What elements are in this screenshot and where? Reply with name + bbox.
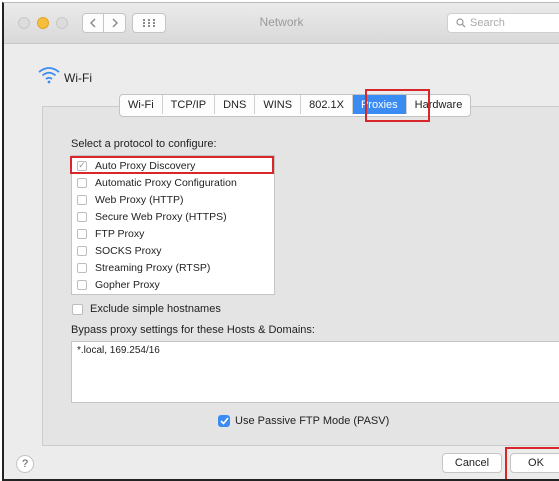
- passive-ftp-option[interactable]: Use Passive FTP Mode (PASV): [218, 415, 389, 427]
- help-button[interactable]: ?: [16, 455, 34, 473]
- tab-8021x[interactable]: 802.1X: [301, 95, 353, 114]
- tab-tcpip[interactable]: TCP/IP: [163, 95, 216, 114]
- protocol-label: FTP Proxy: [95, 227, 145, 240]
- cancel-button[interactable]: Cancel: [442, 453, 502, 473]
- ok-button-highlight: [505, 447, 559, 479]
- tab-wifi[interactable]: Wi-Fi: [120, 95, 163, 114]
- search-icon: [456, 18, 466, 28]
- protocol-row-gopher-proxy[interactable]: Gopher Proxy: [72, 276, 274, 293]
- bypass-hosts-field[interactable]: *.local, 169.254/16: [71, 341, 559, 403]
- protocol-row-streaming-proxy[interactable]: Streaming Proxy (RTSP): [72, 259, 274, 276]
- secure-web-proxy-checkbox[interactable]: [77, 211, 87, 222]
- protocol-label: Automatic Proxy Configuration: [95, 176, 237, 189]
- title-bar: Network Search: [4, 3, 559, 44]
- gopher-proxy-checkbox[interactable]: [77, 279, 87, 290]
- passive-ftp-checkbox[interactable]: [218, 415, 230, 427]
- checkmark-icon: [219, 417, 229, 425]
- search-placeholder: Search: [470, 17, 505, 29]
- web-proxy-checkbox[interactable]: [77, 194, 87, 205]
- protocol-label: Web Proxy (HTTP): [95, 193, 184, 206]
- proxies-tab-highlight: [365, 89, 430, 122]
- tab-dns[interactable]: DNS: [215, 95, 256, 114]
- protocol-row-automatic-proxy-configuration[interactable]: Automatic Proxy Configuration: [72, 174, 274, 191]
- exclude-simple-hostnames[interactable]: Exclude simple hostnames: [72, 303, 221, 315]
- protocol-prompt: Select a protocol to configure:: [71, 138, 217, 150]
- tab-wins[interactable]: WINS: [255, 95, 302, 114]
- protocol-row-secure-web-proxy[interactable]: Secure Web Proxy (HTTPS): [72, 208, 274, 225]
- search-field[interactable]: Search: [447, 13, 559, 33]
- automatic-proxy-configuration-checkbox[interactable]: [77, 177, 87, 188]
- wifi-icon: [38, 67, 60, 84]
- protocol-row-ftp-proxy[interactable]: FTP Proxy: [72, 225, 274, 242]
- socks-proxy-checkbox[interactable]: [77, 245, 87, 256]
- service-name: Wi-Fi: [64, 71, 92, 85]
- protocol-list: ✓ Auto Proxy Discovery Automatic Proxy C…: [71, 155, 275, 295]
- protocol-row-web-proxy[interactable]: Web Proxy (HTTP): [72, 191, 274, 208]
- passive-ftp-label: Use Passive FTP Mode (PASV): [235, 415, 390, 427]
- protocol-label: SOCKS Proxy: [95, 244, 162, 257]
- ftp-proxy-checkbox[interactable]: [77, 228, 87, 239]
- streaming-proxy-checkbox[interactable]: [77, 262, 87, 273]
- bypass-label: Bypass proxy settings for these Hosts & …: [71, 324, 315, 336]
- protocol-label: Streaming Proxy (RTSP): [95, 261, 211, 274]
- protocol-label: Secure Web Proxy (HTTPS): [95, 210, 227, 223]
- protocol-label: Gopher Proxy: [95, 278, 160, 291]
- auto-proxy-discovery-highlight: [70, 156, 274, 174]
- protocol-row-socks-proxy[interactable]: SOCKS Proxy: [72, 242, 274, 259]
- exclude-simple-hostnames-label: Exclude simple hostnames: [90, 303, 221, 315]
- network-window: Network Search Wi-Fi Wi-Fi TCP/IP DNS WI…: [2, 2, 559, 481]
- exclude-simple-hostnames-checkbox[interactable]: [72, 303, 83, 315]
